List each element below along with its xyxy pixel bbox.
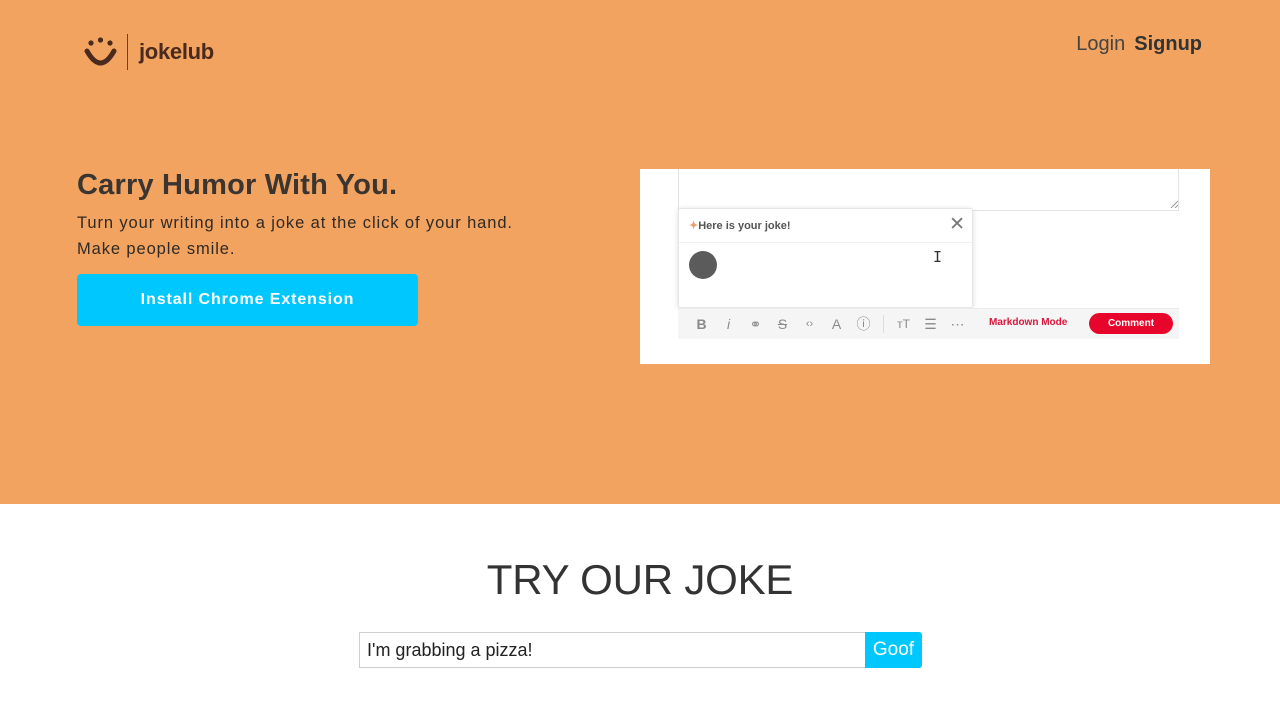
text-size-icon[interactable]: A bbox=[823, 316, 850, 332]
hero-subline: Turn your writing into a joke at the cli… bbox=[77, 214, 513, 258]
hero-headline: Carry Humor With You. bbox=[77, 169, 398, 201]
login-link[interactable]: Login bbox=[1076, 33, 1125, 56]
list-icon[interactable]: ☰ bbox=[917, 316, 944, 333]
italic-icon[interactable]: i bbox=[715, 316, 742, 332]
joke-input[interactable] bbox=[359, 632, 865, 668]
editor-toolbar: B i ⚭ S ‹› A ⓘ тT ☰ ⋯ Markdown Mode Comm… bbox=[678, 308, 1179, 339]
extension-preview: ✦Here is your joke! ✕ I B i ⚭ S ‹› A ⓘ т… bbox=[640, 169, 1210, 364]
joke-popup: ✦Here is your joke! ✕ I bbox=[678, 208, 973, 308]
joke-form: Goof bbox=[359, 632, 922, 668]
emoji-icon: ✦ bbox=[689, 220, 699, 232]
more-icon[interactable]: ⋯ bbox=[944, 316, 971, 333]
top-nav: Login Signup bbox=[1076, 33, 1202, 56]
info-icon[interactable]: ⓘ bbox=[850, 314, 877, 334]
toolbar-divider bbox=[883, 315, 884, 333]
avatar bbox=[689, 251, 717, 279]
bold-icon[interactable]: B bbox=[688, 316, 715, 332]
close-icon[interactable]: ✕ bbox=[949, 215, 965, 235]
text-cursor-icon: I bbox=[933, 248, 943, 266]
goof-button[interactable]: Goof bbox=[865, 632, 922, 668]
heading-icon[interactable]: тT bbox=[890, 317, 917, 331]
smile-icon bbox=[84, 37, 117, 66]
try-section-title: TRY OUR JOKE bbox=[486, 556, 794, 603]
comment-editor bbox=[678, 169, 1179, 211]
strikethrough-icon[interactable]: S bbox=[769, 316, 796, 332]
signup-link[interactable]: Signup bbox=[1134, 33, 1202, 56]
link-icon[interactable]: ⚭ bbox=[742, 316, 769, 333]
comment-button[interactable]: Comment bbox=[1089, 313, 1173, 334]
popup-divider bbox=[679, 242, 972, 243]
popup-title: ✦Here is your joke! bbox=[689, 220, 791, 232]
resize-handle-icon bbox=[1170, 200, 1178, 208]
hero-section: jokelub Login Signup Carry Humor With Yo… bbox=[0, 0, 1280, 504]
logo-divider bbox=[127, 34, 128, 70]
logo[interactable]: jokelub bbox=[84, 34, 214, 70]
brand-name: jokelub bbox=[139, 39, 214, 64]
code-icon[interactable]: ‹› bbox=[796, 318, 823, 330]
install-chrome-extension-button[interactable]: Install Chrome Extension bbox=[77, 274, 418, 326]
markdown-mode-link[interactable]: Markdown Mode bbox=[989, 317, 1067, 328]
